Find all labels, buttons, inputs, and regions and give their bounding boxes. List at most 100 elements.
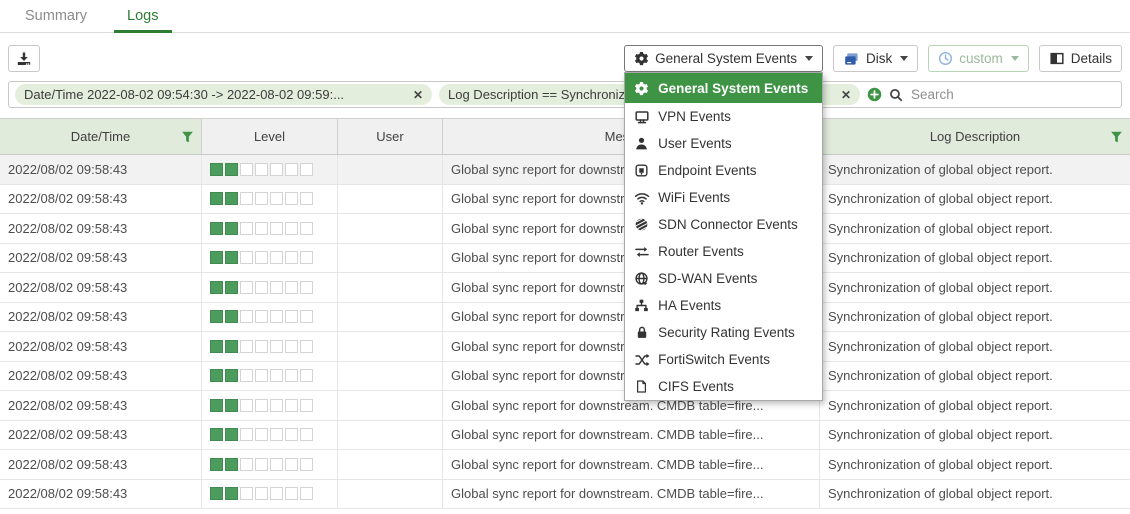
- router-icon: [633, 244, 650, 260]
- filter-search-bar: Date/Time 2022-08-02 09:54:30 -> 2022-08…: [8, 81, 1122, 108]
- column-header-log-description[interactable]: Log Description: [820, 119, 1130, 154]
- close-icon[interactable]: ✕: [413, 89, 423, 101]
- level-block: [225, 369, 238, 382]
- level-block: [300, 251, 313, 264]
- time-range-custom-button[interactable]: custom: [928, 45, 1029, 72]
- cell-user: [338, 421, 443, 450]
- level-block: [240, 428, 253, 441]
- cell-level: [202, 332, 338, 361]
- column-header-user[interactable]: User: [338, 119, 443, 154]
- cell-datetime: 2022/08/02 09:58:43: [0, 450, 202, 479]
- tab-logs[interactable]: Logs: [127, 0, 158, 32]
- cell-level: [202, 421, 338, 450]
- menu-item-vpn-events[interactable]: VPN Events: [625, 103, 822, 130]
- cell-level: [202, 480, 338, 509]
- add-filter-button[interactable]: [867, 87, 882, 102]
- cell-log-description: Synchronization of global object report.: [820, 303, 1130, 332]
- cell-log-description: Synchronization of global object report.: [820, 362, 1130, 391]
- level-block: [300, 487, 313, 500]
- cell-level: [202, 185, 338, 214]
- menu-item-ha-events[interactable]: HA Events: [625, 292, 822, 319]
- menu-item-router-events[interactable]: Router Events: [625, 238, 822, 265]
- menu-item-endpoint-events[interactable]: Endpoint Events: [625, 157, 822, 184]
- level-block: [210, 281, 223, 294]
- table-row[interactable]: 2022/08/02 09:58:43Global sync report fo…: [0, 155, 1130, 185]
- cell-user: [338, 244, 443, 273]
- event-type-dropdown-button[interactable]: General System Events: [624, 45, 823, 72]
- table-row[interactable]: 2022/08/02 09:58:43Global sync report fo…: [0, 214, 1130, 244]
- table-row[interactable]: 2022/08/02 09:58:43Global sync report fo…: [0, 332, 1130, 362]
- table-row[interactable]: 2022/08/02 09:58:43Global sync report fo…: [0, 185, 1130, 215]
- table-row[interactable]: 2022/08/02 09:58:43Global sync report fo…: [0, 273, 1130, 303]
- level-block: [240, 281, 253, 294]
- menu-item-general-system-events[interactable]: General System Events: [625, 73, 822, 103]
- column-header-date-time[interactable]: Date/Time: [0, 119, 202, 154]
- log-location-disk-button[interactable]: Disk: [833, 45, 918, 72]
- table-row[interactable]: 2022/08/02 09:58:43Global sync report fo…: [0, 303, 1130, 333]
- table-row[interactable]: 2022/08/02 09:58:43 Global sync report fo…: [0, 421, 1130, 451]
- cell-log-description: Synchronization of global object report.: [820, 480, 1130, 509]
- cell-level: [202, 450, 338, 479]
- download-button[interactable]: [8, 45, 40, 72]
- cell-message: Global sync report for downstream. CMDB …: [443, 421, 820, 450]
- level-block: [270, 251, 283, 264]
- details-icon: [1049, 51, 1065, 66]
- search-input[interactable]: [909, 86, 1115, 103]
- details-button[interactable]: Details: [1039, 45, 1122, 72]
- cell-log-description: Synchronization of global object report.: [820, 244, 1130, 273]
- menu-item-sd-wan-events[interactable]: SD-WAN Events: [625, 265, 822, 292]
- close-icon[interactable]: ✕: [841, 89, 851, 101]
- level-block: [270, 399, 283, 412]
- menu-item-sdn-connector-events[interactable]: SDN Connector Events: [625, 211, 822, 238]
- level-block: [300, 340, 313, 353]
- table-row[interactable]: 2022/08/02 09:58:43Global sync report fo…: [0, 391, 1130, 421]
- tab-summary[interactable]: Summary: [25, 0, 87, 32]
- cell-log-description: Synchronization of global object report.: [820, 332, 1130, 361]
- level-block: [255, 310, 268, 323]
- level-block: [225, 458, 238, 471]
- cell-level: [202, 362, 338, 391]
- cell-level: [202, 244, 338, 273]
- cell-datetime: 2022/08/02 09:58:43: [0, 421, 202, 450]
- cell-user: [338, 303, 443, 332]
- level-block: [285, 251, 298, 264]
- filter-pill[interactable]: Date/Time 2022-08-02 09:54:30 -> 2022-08…: [15, 84, 432, 105]
- level-block: [225, 281, 238, 294]
- column-header-level[interactable]: Level: [202, 119, 338, 154]
- level-block: [225, 487, 238, 500]
- level-block: [285, 399, 298, 412]
- level-block: [285, 428, 298, 441]
- menu-item-user-events[interactable]: User Events: [625, 130, 822, 157]
- funnel-icon[interactable]: [1110, 130, 1123, 143]
- level-block: [210, 251, 223, 264]
- level-block: [225, 251, 238, 264]
- level-block: [210, 399, 223, 412]
- cell-user: [338, 480, 443, 509]
- level-block: [240, 163, 253, 176]
- table-row[interactable]: 2022/08/02 09:58:43Global sync report fo…: [0, 480, 1130, 510]
- filter-pill-text: Date/Time 2022-08-02 09:54:30 -> 2022-08…: [24, 87, 407, 102]
- funnel-icon[interactable]: [181, 130, 194, 143]
- level-block: [300, 399, 313, 412]
- level-block: [240, 399, 253, 412]
- monitor-icon: [633, 109, 650, 125]
- menu-item-security-rating-events[interactable]: Security Rating Events: [625, 319, 822, 346]
- table-row[interactable]: 2022/08/02 09:58:43Global sync report fo…: [0, 450, 1130, 480]
- cell-datetime: 2022/08/02 09:58:43: [0, 332, 202, 361]
- wifi-icon: [633, 190, 650, 206]
- table-row[interactable]: 2022/08/02 09:58:43Global sync report fo…: [0, 244, 1130, 274]
- level-block: [255, 251, 268, 264]
- search-area: [889, 86, 1115, 103]
- level-block: [255, 487, 268, 500]
- level-block: [285, 487, 298, 500]
- custom-label: custom: [959, 51, 1003, 66]
- cell-level: [202, 273, 338, 302]
- menu-item-cifs-events[interactable]: CIFS Events: [625, 373, 822, 400]
- table-row[interactable]: 2022/08/02 09:58:43Global sync report fo…: [0, 362, 1130, 392]
- menu-item-wifi-events[interactable]: WiFi Events: [625, 184, 822, 211]
- search-icon: [889, 88, 903, 102]
- level-block: [240, 369, 253, 382]
- menu-item-fortiswitch-events[interactable]: FortiSwitch Events: [625, 346, 822, 373]
- level-block: [270, 281, 283, 294]
- level-block: [270, 340, 283, 353]
